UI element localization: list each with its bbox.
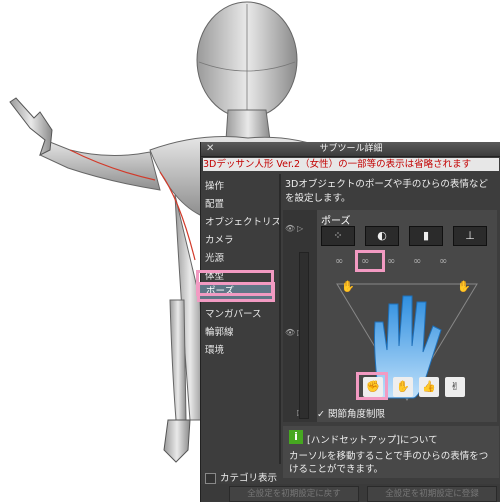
relax-hand-icon[interactable]: ✌ [445, 377, 465, 397]
link-icon[interactable]: ∞ [335, 256, 343, 267]
eye-icon-2[interactable]: 👁 [285, 328, 295, 337]
bottom-bar: 全設定を初期設定に戻す 全設定を初期設定に登録 [201, 484, 500, 502]
target-icon: ⁘ [333, 229, 343, 242]
clipboard-button[interactable]: ▮ [409, 226, 443, 246]
panel-titlebar: ✕ サブツール詳細 [201, 142, 500, 157]
category-item-environment[interactable]: 環境 [205, 342, 224, 356]
notice-banner: 3Dデッサン人形 Ver.2（女性）の一部等の表示は省略されます [203, 158, 499, 171]
thumb-icon[interactable]: 👍 [419, 377, 439, 397]
hand-spread-icon: ✋ [457, 280, 471, 293]
category-item-operation[interactable]: 操作 [205, 178, 224, 192]
category-item-light[interactable]: 光源 [205, 250, 224, 264]
divider [279, 174, 281, 464]
category-item-manga-perspective[interactable]: マンガパース [205, 306, 262, 320]
category-display-label: カテゴリ表示 [220, 473, 278, 484]
info-title: [ハンドセットアップ]について [307, 435, 438, 446]
ruler-icon: ⊥ [465, 229, 475, 242]
pose-section-label: ポーズ [321, 216, 351, 227]
close-icon[interactable]: ✕ [206, 142, 214, 156]
expand-triangle-icon[interactable]: ▷ [297, 224, 303, 233]
link-highlight [355, 250, 385, 272]
info-box: i [ハンドセットアップ]について カーソルを移動することで手のひらの表情をつけ… [283, 426, 499, 478]
ruler-button[interactable]: ⊥ [453, 226, 487, 246]
joint-limit-checkbox[interactable]: ✓ 関節角度制限 [317, 406, 385, 420]
link-icon-3[interactable]: ∞ [387, 256, 395, 267]
pose-person-button[interactable]: ◐ [365, 226, 399, 246]
eye-icon[interactable]: 👁 [285, 224, 295, 233]
panel-title: サブツール詳細 [319, 144, 383, 154]
info-body: カーソルを移動することで手のひらの表情をつけることができます。 [289, 451, 489, 475]
pose-person-icon: ◐ [377, 229, 387, 242]
category-item-camera[interactable]: カメラ [205, 232, 234, 246]
pose-category-highlight [196, 270, 274, 296]
category-list: 操作 配置 オブジェクトリスト カメラ 光源 体型 ポーズ マンガパース 輪郭線… [197, 174, 291, 464]
clipboard-icon: ▮ [422, 229, 430, 242]
vertical-slider[interactable] [299, 252, 309, 419]
reset-defaults-button[interactable]: 全設定を初期設定に戻す [229, 486, 359, 502]
register-defaults-button[interactable]: 全設定を初期設定に登録 [367, 486, 497, 502]
fist-highlight [356, 372, 388, 400]
subtool-detail-panel: ✕ サブツール詳細 3Dデッサン人形 Ver.2（女性）の一部等の表示は省略され… [197, 142, 500, 502]
checkmark-icon: ✓ [317, 409, 325, 420]
category-item-placement[interactable]: 配置 [205, 196, 224, 210]
open-hand-icon[interactable]: ✋ [393, 377, 413, 397]
checkbox-box [205, 473, 216, 484]
hand-preset-row: ✊ ✋ 👍 ✌ [355, 372, 475, 400]
category-description: 3Dオブジェクトのポーズや手のひらの表情などを設定します。 [285, 179, 488, 204]
category-item-object-list[interactable]: オブジェクトリスト [205, 214, 291, 228]
hand-corner-icon: ✋ [341, 280, 355, 293]
link-icon-5[interactable]: ∞ [439, 256, 447, 267]
category-item-outline[interactable]: 輪郭線 [205, 324, 234, 338]
joint-limit-label: 関節角度制限 [328, 409, 386, 420]
category-display-checkbox[interactable]: カテゴリ表示 [205, 470, 277, 484]
target-button[interactable]: ⁘ [321, 226, 355, 246]
link-icon-4[interactable]: ∞ [413, 256, 421, 267]
info-icon: i [289, 430, 303, 444]
